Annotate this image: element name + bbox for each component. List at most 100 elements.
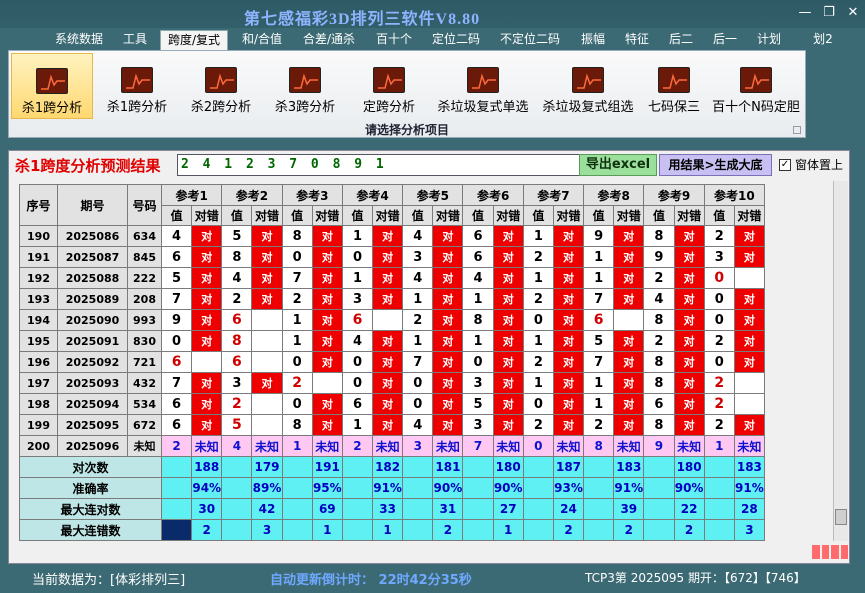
table-row[interactable]: 190 2025086 634 4 对 5 对 8 对 1 对 4 对 6 对 1 对 9 对 8 对 2 对	[19, 225, 765, 247]
cell-verdict: 对	[613, 246, 645, 268]
tab-amplitude[interactable]: 振幅	[574, 30, 612, 50]
stat-spacer	[522, 519, 554, 541]
cell-value: 0	[522, 309, 554, 331]
table-row[interactable]: 199 2025095 672 6 对 5 8 对 1 对 4 对 3 对 2 对 2 对 8 对 2 对	[19, 414, 765, 436]
stat-value: 2	[191, 519, 223, 541]
tab-nonposition-two[interactable]: 不定位二码	[494, 30, 566, 50]
pin-on-top-checkbox[interactable]: ✓ 窗体置上	[779, 156, 843, 173]
cell-verdict	[733, 267, 765, 289]
stat-value: 183	[733, 456, 765, 478]
restore-button[interactable]: ❐	[818, 5, 840, 20]
cell-value: 0	[281, 393, 313, 415]
tab-tools[interactable]: 工具	[116, 30, 154, 50]
row-period: 2025093	[57, 372, 128, 394]
ribbon-label: 杀2跨分析	[190, 100, 252, 115]
cell-verdict: 对	[613, 330, 645, 352]
cell-value: 2	[703, 372, 735, 394]
cell-value: 0	[341, 351, 374, 373]
table-row[interactable]: 191 2025087 845 6 对 8 对 0 对 0 对 3 对 6 对 2 对 1 对 9 对 3 对	[19, 246, 765, 268]
export-excel-button[interactable]: 导出excel	[579, 154, 657, 176]
stat-spacer	[703, 456, 735, 478]
tab-plan[interactable]: 计划	[750, 30, 788, 50]
stat-spacer	[402, 519, 434, 541]
cell-verdict: 对	[432, 414, 464, 436]
checkbox-check-icon[interactable]: ✓	[779, 158, 791, 171]
stat-value: 69	[311, 498, 343, 520]
col-ref-3: 参考3	[281, 184, 343, 206]
col-seq: 序号	[19, 184, 58, 226]
ribbon-kill1-span-2[interactable]: 杀1跨分析	[97, 53, 177, 119]
tab-hundreds[interactable]: 百十个	[370, 30, 418, 50]
generate-base-button[interactable]: 用结果>生成大底	[659, 154, 772, 176]
vertical-scrollbar[interactable]	[833, 181, 848, 541]
cell-verdict: 对	[372, 246, 404, 268]
row-code: 845	[127, 246, 162, 268]
stat-value: 30	[191, 498, 223, 520]
cell-verdict: 对	[673, 225, 705, 247]
ribbon-kill3-span[interactable]: 杀3跨分析	[265, 53, 345, 119]
cell-value: 0	[703, 309, 735, 331]
col-verdict: 对错	[673, 205, 705, 226]
table-row[interactable]: 197 2025093 432 7 对 3 对 2 0 对 0 对 3 对 1 对 1 对 8 对 2	[19, 372, 765, 394]
ribbon-kill-junk-group[interactable]: 杀垃圾复式组选	[537, 53, 639, 119]
cell-verdict: 对	[552, 267, 585, 289]
close-button[interactable]: ✕	[842, 5, 864, 20]
cell-verdict: 对	[372, 225, 404, 247]
table-row[interactable]: 192 2025088 222 5 对 4 对 7 对 1 对 4 对 4 对 1 对 1 对 2 对 0	[19, 267, 765, 289]
table-row[interactable]: 196 2025092 721 6 6 0 对 0 对 7 对 0 对 2 对 7 对 8 对 0 对	[19, 351, 765, 373]
stat-value: 1	[372, 519, 404, 541]
tab-system-data[interactable]: 系统数据	[50, 30, 108, 50]
ribbon-label: 杀1跨分析	[106, 100, 168, 115]
cell-value: 8	[221, 246, 253, 268]
tab-sum-value[interactable]: 和/合值	[236, 30, 288, 50]
cell-unknown: 未知	[311, 435, 343, 457]
cell-value: 9	[643, 246, 675, 268]
ribbon-kill2-span[interactable]: 杀2跨分析	[181, 53, 261, 119]
stat-value: 91%	[733, 477, 765, 499]
tab-diff-kill[interactable]: 合差/通杀	[296, 30, 362, 50]
pending-row[interactable]: 200 2025096 未知 2 未知 4 未知 1 未知 2 未知 3 未知 7 未知 0 未知 8 未知 9 未知 1…	[19, 435, 765, 457]
tab-plan-2[interactable]: 划2	[806, 30, 840, 50]
tab-position-two[interactable]: 定位二码	[426, 30, 486, 50]
cell-verdict	[251, 330, 283, 352]
ribbon-seven-code[interactable]: 七码保三	[643, 53, 705, 119]
table-row[interactable]: 193 2025089 208 7 对 2 对 2 对 3 对 1 对 1 对 2 对 7 对 4 对 0 对	[19, 288, 765, 310]
cell-verdict: 对	[613, 372, 645, 394]
stat-value: 188	[191, 456, 223, 478]
table-row[interactable]: 195 2025091 830 0 对 8 1 对 4 对 1 对 1 对 1 对 5 对 2 对 2 对	[19, 330, 765, 352]
tab-span-compound[interactable]: 跨度/复式	[160, 30, 228, 50]
col-ref-9: 参考9	[643, 184, 705, 206]
cell-value: 5	[221, 414, 253, 436]
cell-value: 2	[281, 288, 313, 310]
cell-verdict: 对	[492, 288, 524, 310]
stat-row: 最大连错数 2 3 1 1 2 1 2 2 2 3	[19, 519, 765, 541]
table-row[interactable]: 194 2025090 993 9 对 6 1 对 6 2 对 8 对 0 对 6 8 对 0 对	[19, 309, 765, 331]
ribbon-kill1-span-1[interactable]: 杀1跨分析	[11, 53, 93, 119]
cell-verdict: 对	[673, 393, 705, 415]
ribbon-expand-icon[interactable]	[793, 126, 801, 134]
cell-value: 0	[402, 393, 434, 415]
stat-spacer	[643, 498, 675, 520]
scroll-thumb[interactable]	[835, 509, 847, 525]
ribbon-n-code-bile[interactable]: 百十个N码定胆	[709, 53, 803, 119]
tab-features[interactable]: 特征	[618, 30, 656, 50]
cell-verdict: 对	[311, 351, 343, 373]
stat-spacer	[583, 498, 615, 520]
tab-last-two[interactable]: 后二	[662, 30, 700, 50]
row-period: 2025087	[57, 246, 128, 268]
stat-value: 2	[432, 519, 464, 541]
cell-value: 1	[281, 309, 313, 331]
stat-value: 183	[613, 456, 645, 478]
col-verdict: 对错	[613, 205, 645, 226]
cell-verdict: 对	[191, 225, 223, 247]
ribbon-fixed-span[interactable]: 定跨分析	[349, 53, 429, 119]
stat-value: 95%	[311, 477, 343, 499]
app-title: 第七感福彩3D排列三软件V8.80	[244, 11, 481, 28]
ribbon-kill-junk-single[interactable]: 杀垃圾复式单选	[433, 53, 533, 119]
table-row[interactable]: 198 2025094 534 6 对 2 0 对 6 对 0 对 5 对 0 对 1 对 6 对 2	[19, 393, 765, 415]
cell-verdict: 对	[733, 288, 765, 310]
cell-value: 4	[402, 225, 434, 247]
tab-last-one[interactable]: 后一	[706, 30, 744, 50]
result-numbers-field[interactable]: 2 4 1 2 3 7 0 8 9 1	[177, 154, 587, 176]
minimize-button[interactable]: —	[794, 5, 816, 20]
